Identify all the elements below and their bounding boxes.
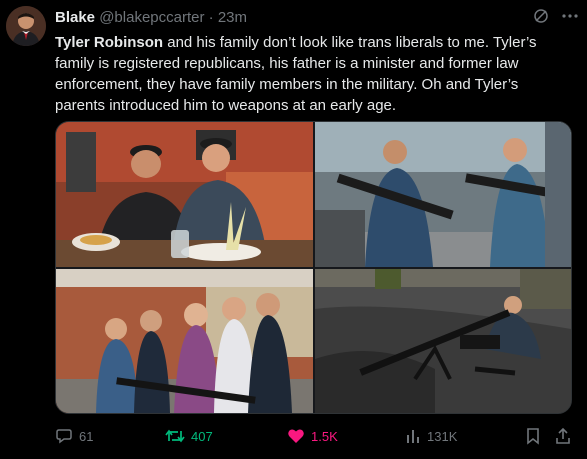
- like-button[interactable]: 1.5K: [287, 424, 338, 448]
- bookmark-button[interactable]: [525, 424, 541, 448]
- media-grid: [55, 121, 572, 414]
- more-icon[interactable]: [561, 8, 579, 24]
- tweet-text: Tyler Robinson and his family don’t look…: [55, 32, 565, 116]
- reply-button[interactable]: 61: [55, 424, 93, 448]
- views-count: 131K: [427, 428, 458, 444]
- like-icon: [287, 427, 305, 445]
- author-name[interactable]: Blake: [55, 9, 95, 26]
- photo-3[interactable]: [56, 269, 313, 413]
- photo-1[interactable]: [56, 122, 313, 267]
- tweet[interactable]: Blake @blakepccarter · 23m Tyler Robinso…: [0, 0, 587, 459]
- bookmark-icon: [525, 427, 541, 445]
- reply-count: 61: [79, 428, 94, 444]
- photo-4[interactable]: [315, 269, 571, 413]
- timestamp[interactable]: 23m: [218, 9, 247, 26]
- tweet-header: Blake @blakepccarter · 23m: [55, 9, 577, 29]
- mentioned-name: Tyler Robinson: [55, 34, 164, 51]
- share-button[interactable]: [555, 424, 571, 448]
- action-bar: 61 407 1.5K 131K: [55, 424, 575, 448]
- views-icon: [405, 427, 421, 445]
- grok-icon[interactable]: [533, 8, 549, 24]
- separator: ·: [208, 9, 214, 26]
- repost-count: 407: [191, 428, 213, 444]
- share-icon: [555, 427, 571, 445]
- reply-icon: [55, 427, 73, 445]
- author-handle[interactable]: @blakepccarter: [99, 9, 204, 26]
- avatar-image: [6, 6, 46, 46]
- header-icons: [533, 8, 579, 24]
- like-count: 1.5K: [311, 428, 338, 444]
- repost-icon: [165, 427, 185, 445]
- avatar[interactable]: [6, 6, 46, 46]
- repost-button[interactable]: 407: [165, 424, 213, 448]
- views-button[interactable]: 131K: [405, 424, 457, 448]
- photo-2[interactable]: [315, 122, 571, 267]
